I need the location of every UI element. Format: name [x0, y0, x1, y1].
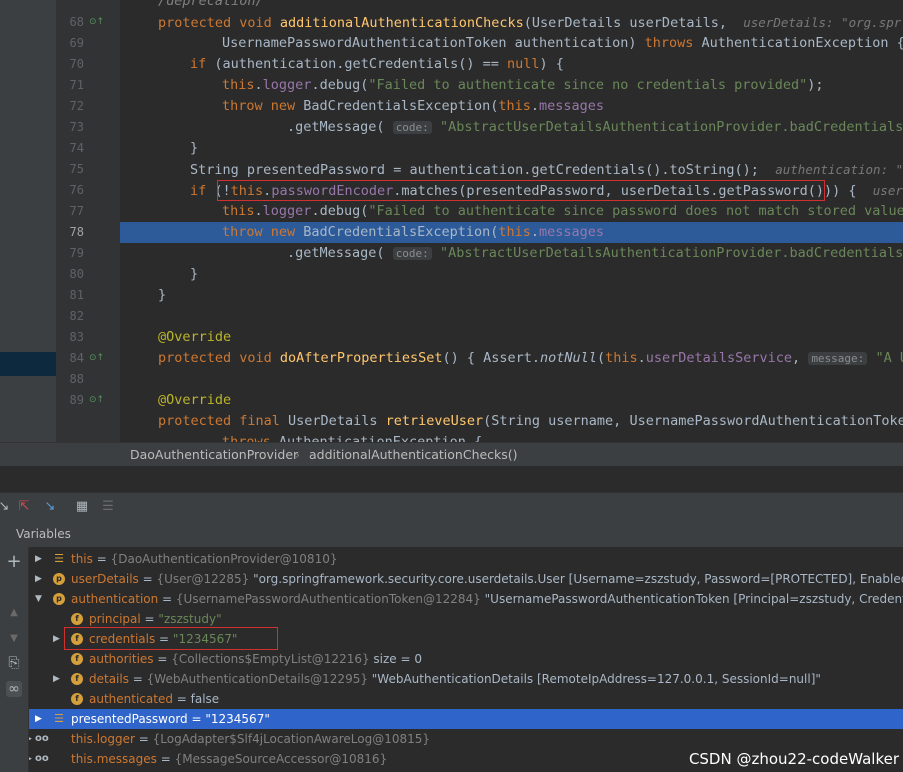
- override-method-icon[interactable]: ⊙↑: [89, 17, 104, 27]
- breadcrumb-separator: ›: [295, 447, 300, 462]
- line-number: 69: [69, 36, 84, 50]
- code-line: .getMessage( code: "AbstractUserDetailsA…: [287, 245, 903, 261]
- project-selected-row: [0, 352, 56, 376]
- run-to-cursor-icon[interactable]: ↘: [42, 499, 58, 515]
- line-number: 71: [69, 78, 84, 92]
- variables-tree: ▶ ☰ this = {DaoAuthenticationProvider@10…: [29, 547, 903, 772]
- breadcrumb: DaoAuthenticationProvider › additionalAu…: [0, 442, 903, 467]
- variables-side-toolbar: + ▲ ▼ ⎘ ∞: [0, 547, 29, 772]
- code-line: UsernamePasswordAuthenticationToken auth…: [222, 35, 903, 51]
- code-line: if (authentication.getCredentials() == n…: [190, 56, 564, 72]
- parameter-icon: p: [53, 573, 65, 585]
- line-number: 70: [69, 57, 84, 71]
- param-hint: message:: [808, 352, 868, 365]
- expand-arrow-icon[interactable]: ▶: [53, 629, 63, 649]
- code-line-current: throw new BadCredentialsException(this.m…: [222, 224, 605, 240]
- variable-row[interactable]: f principal = "zszstudy": [29, 609, 903, 629]
- show-watches-icon[interactable]: ∞: [6, 681, 22, 697]
- variable-row[interactable]: ▼ p authentication = {UsernamePasswordAu…: [29, 589, 903, 609]
- line-number: 81: [69, 288, 84, 302]
- line-number-current: 78: [69, 225, 84, 239]
- code-line: throw new BadCredentialsException(this.m…: [222, 98, 605, 114]
- code-line: .getMessage( code: "AbstractUserDetailsA…: [287, 119, 903, 135]
- variables-panel: Variables + ▲ ▼ ⎘ ∞ ▶ ☰ this = {DaoAuthe…: [0, 521, 903, 772]
- trace-table-icon[interactable]: ☰: [100, 499, 116, 515]
- line-number: 68: [69, 15, 84, 29]
- line-number: 83: [69, 330, 84, 344]
- collapse-arrow-icon[interactable]: ▼: [35, 589, 45, 609]
- inline-hint: userD: [872, 183, 903, 198]
- param-hint: code:: [392, 121, 432, 134]
- watch-icon: oo: [35, 753, 49, 764]
- code-line: throws AuthenticationException {: [222, 434, 483, 442]
- expand-arrow-icon[interactable]: ▶: [35, 709, 45, 729]
- code-line: @Override: [158, 392, 232, 408]
- override-method-icon[interactable]: ⊙↑: [89, 353, 104, 363]
- local-variable-icon: ☰: [54, 552, 64, 565]
- line-number: 77: [69, 204, 84, 218]
- code-line: protected void additionalAuthenticationC…: [158, 15, 902, 31]
- line-number: 84: [69, 351, 84, 365]
- expand-arrow-icon[interactable]: ▶: [53, 669, 63, 689]
- line-number: 74: [69, 141, 84, 155]
- code-line: }: [190, 266, 199, 282]
- code-line: @Override: [158, 329, 232, 345]
- debug-toolbar: ↘ ⇱ ↘ ▦ ☰: [0, 492, 903, 522]
- line-number: 82: [69, 309, 84, 323]
- code-line: protected final UserDetails retrieveUser…: [158, 413, 903, 429]
- step-icon[interactable]: ↘: [0, 499, 12, 515]
- code-line: /deprecation/: [158, 0, 264, 9]
- variables-header: Variables: [0, 521, 903, 547]
- code-line: }: [190, 140, 199, 156]
- line-number: 79: [69, 246, 84, 260]
- line-number: 80: [69, 267, 84, 281]
- line-number: 88: [69, 372, 84, 386]
- credentials-highlight-box: [64, 627, 278, 650]
- drop-frame-icon[interactable]: ⇱: [16, 499, 32, 515]
- code-line: this.logger.debug("Failed to authenticat…: [222, 77, 824, 93]
- breadcrumb-class[interactable]: DaoAuthenticationProvider: [130, 443, 298, 467]
- variable-row[interactable]: ▶ p userDetails = {User@12285} "org.spri…: [29, 569, 903, 589]
- copy-icon[interactable]: ⎘: [6, 655, 22, 671]
- variable-row[interactable]: ▶ ☰ this = {DaoAuthenticationProvider@10…: [29, 549, 903, 569]
- watch-icon: oo: [35, 733, 49, 744]
- line-number: 73: [69, 120, 84, 134]
- panel-gap: [0, 466, 903, 492]
- line-number: 89: [69, 393, 84, 407]
- override-method-icon[interactable]: ⊙↑: [89, 395, 104, 405]
- field-icon: f: [71, 613, 83, 625]
- expand-arrow-icon[interactable]: ▶: [35, 569, 45, 589]
- variable-row[interactable]: f authorities = {Collections$EmptyList@1…: [29, 649, 903, 669]
- inline-hint: userDetails: "org.spr: [743, 15, 902, 30]
- variable-row[interactable]: ▶ f details = {WebAuthenticationDetails@…: [29, 669, 903, 689]
- variable-row-selected[interactable]: ▶ ☰ presentedPassword = "1234567": [29, 709, 903, 729]
- field-icon: f: [71, 673, 83, 685]
- watch-row[interactable]: ▶ oo this.logger = {LogAdapter$Slf4jLoca…: [29, 729, 903, 749]
- code-editor[interactable]: 68 ⊙↑ 69 70 71 72 73 74 75 76 77 78 79 8…: [0, 0, 903, 442]
- watermark: CSDN @zhou22-codeWalker: [688, 750, 899, 768]
- variables-title: Variables: [16, 527, 71, 541]
- line-number: 72: [69, 99, 84, 113]
- expand-arrow-icon[interactable]: ▶: [35, 549, 45, 569]
- line-number: 76: [69, 183, 84, 197]
- project-panel-strip: [0, 0, 56, 442]
- evaluate-expression-icon[interactable]: ▦: [74, 499, 90, 515]
- breadcrumb-method[interactable]: additionalAuthenticationChecks(): [309, 443, 518, 467]
- move-up-icon[interactable]: ▲: [6, 605, 22, 621]
- param-hint: code:: [392, 247, 432, 260]
- inline-hint: authentication: ": [775, 162, 903, 177]
- code-line: this.logger.debug("Failed to authenticat…: [222, 203, 903, 219]
- code-line: protected void doAfterPropertiesSet() { …: [158, 350, 903, 366]
- local-variable-icon: ☰: [54, 712, 64, 725]
- parameter-icon: p: [53, 593, 65, 605]
- variable-row[interactable]: f authenticated = false: [29, 689, 903, 709]
- move-down-icon[interactable]: ▼: [6, 631, 22, 647]
- add-watch-icon[interactable]: +: [6, 553, 22, 571]
- code-line: }: [158, 287, 167, 303]
- line-number: 75: [69, 162, 84, 176]
- field-icon: f: [71, 653, 83, 665]
- condition-highlight-box: [217, 180, 825, 201]
- code-line: String presentedPassword = authenticatio…: [190, 162, 903, 178]
- field-icon: f: [71, 693, 83, 705]
